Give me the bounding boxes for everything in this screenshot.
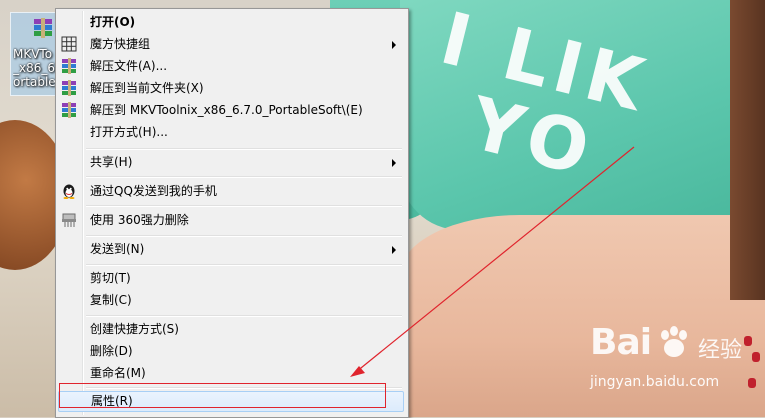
arrowhead-icon: [350, 366, 365, 377]
paw-icon: [661, 326, 687, 357]
watermark-brand-cn: 经验: [698, 338, 743, 363]
baidu-jingyan-watermark: Bai 经验 jingyan.baidu.com: [590, 322, 760, 402]
watermark-url: jingyan.baidu.com: [590, 374, 720, 390]
watermark-brand: Bai: [590, 322, 652, 363]
